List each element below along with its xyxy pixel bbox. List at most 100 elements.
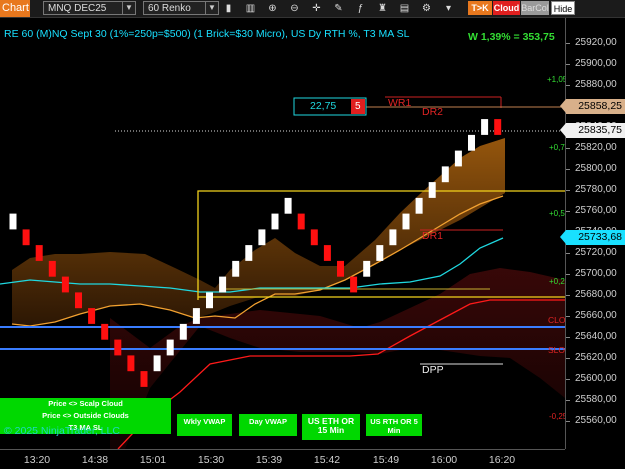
pct-label-p05: +0,5 xyxy=(549,209,565,218)
time-label: 15:49 xyxy=(372,454,400,466)
hide-button[interactable]: Hide xyxy=(551,1,575,15)
price-tick-mark xyxy=(566,379,570,380)
bars-icon[interactable]: ▮ xyxy=(222,2,235,15)
time-label: 15:01 xyxy=(139,454,167,466)
price-scalp-cloud-button[interactable]: Price <> Scalp Cloud xyxy=(0,398,171,410)
tab-chart[interactable]: Chart xyxy=(0,0,30,17)
properties-icon[interactable]: ⚙ xyxy=(420,2,433,15)
price-tick-label: 25780,00 xyxy=(575,184,617,195)
bar-type-selector[interactable]: 60 Renko ▼ xyxy=(143,1,219,15)
dr1-label: DR1 xyxy=(422,230,444,242)
zoom-out-icon[interactable]: ⊖ xyxy=(288,2,301,15)
clo-label: CLO xyxy=(548,315,566,325)
chevron-down-icon: ▼ xyxy=(122,2,135,14)
renko-brick xyxy=(9,213,17,230)
renko-brick xyxy=(245,245,253,261)
instrument-selector[interactable]: MNQ DEC25 ▼ xyxy=(43,1,136,15)
renko-brick xyxy=(192,308,200,324)
price-tick-mark xyxy=(566,211,570,212)
us-eth-or-button[interactable]: US ETH OR 15 Min xyxy=(302,414,360,440)
price-tick-label: 25680,00 xyxy=(575,289,617,300)
weekly-stat: W 1,39% = 353,75 xyxy=(468,31,555,43)
time-label: 14:38 xyxy=(81,454,109,466)
bar-style-icon[interactable]: ▥ xyxy=(244,2,257,15)
renko-brick xyxy=(219,276,227,293)
price-tick-mark xyxy=(566,190,570,191)
renko-brick xyxy=(179,323,187,340)
time-label: 13:20 xyxy=(23,454,51,466)
price-tick-label: 25560,00 xyxy=(575,415,617,426)
price-tick-mark xyxy=(566,253,570,254)
wr1-label: WR1 xyxy=(388,97,412,109)
price-tick-label: 25620,00 xyxy=(575,352,617,363)
renko-brick xyxy=(363,260,371,277)
slo-label: SLO xyxy=(548,345,566,355)
renko-brick xyxy=(258,229,266,246)
price-tick-mark xyxy=(566,337,570,338)
price-tick-mark xyxy=(566,85,570,86)
price-plot[interactable] xyxy=(0,18,565,449)
strategies-icon[interactable]: ♜ xyxy=(376,2,389,15)
price-tick-mark xyxy=(566,64,570,65)
dpp-label: DPP xyxy=(422,364,444,376)
cloud-button[interactable]: Cloud xyxy=(493,1,520,15)
price-tick-label: 25720,00 xyxy=(575,247,617,258)
price-tick-mark xyxy=(566,295,570,296)
renko-brick xyxy=(402,213,410,230)
renko-brick xyxy=(35,245,43,261)
renko-brick xyxy=(481,119,489,135)
price-tick-label: 25760,00 xyxy=(575,205,617,216)
renko-brick xyxy=(415,197,423,214)
renko-brick xyxy=(428,182,436,198)
day-vwap-button[interactable]: Day VWAP xyxy=(239,414,297,436)
price-tick-mark xyxy=(566,274,570,275)
us-rth-or-button[interactable]: US RTH OR 5 Min xyxy=(366,414,422,436)
time-label: 15:30 xyxy=(197,454,225,466)
price-outside-clouds-button[interactable]: Price <> Outside Clouds xyxy=(0,410,171,422)
chart-title: RE 60 (M)NQ Sept 30 (1%=250p=$500) (1 Br… xyxy=(4,28,410,40)
renko-brick xyxy=(337,260,344,277)
renko-brick xyxy=(350,276,358,293)
renko-brick xyxy=(271,213,279,230)
price-tick-mark xyxy=(566,43,570,44)
indicators-icon[interactable]: ƒ xyxy=(354,2,367,15)
renko-brick xyxy=(88,308,96,324)
price-tick-mark xyxy=(566,316,570,317)
price-tick-mark xyxy=(566,169,570,170)
tock-button[interactable]: T>K xyxy=(468,1,492,15)
price-tick-mark xyxy=(566,421,570,422)
price-tick-label: 25820,00 xyxy=(575,142,617,153)
price-tick-label: 25600,00 xyxy=(575,373,617,384)
price-tick-label: 25900,00 xyxy=(575,58,617,69)
time-label: 15:42 xyxy=(313,454,341,466)
renko-brick xyxy=(310,229,318,246)
renko-brick xyxy=(206,292,213,309)
price-tick-label: 25700,00 xyxy=(575,268,617,279)
renko-brick xyxy=(389,229,397,246)
toolbar: Chart MNQ DEC25 ▼ 60 Renko ▼ ▮ ▥ ⊕ ⊖ ✛ ✎… xyxy=(0,0,625,18)
renko-brick xyxy=(494,119,502,135)
more-icon[interactable]: ▾ xyxy=(442,2,455,15)
templates-icon[interactable]: ▤ xyxy=(398,2,411,15)
price-tick-mark xyxy=(566,148,570,149)
renko-brick xyxy=(101,323,109,340)
bar-type-value: 60 Renko xyxy=(148,3,191,14)
time-label: 15:39 xyxy=(255,454,283,466)
zoom-in-icon[interactable]: ⊕ xyxy=(266,2,279,15)
pencil-icon[interactable]: ✎ xyxy=(332,2,345,15)
renko-brick xyxy=(75,292,82,309)
renko-brick xyxy=(232,260,240,277)
renko-brick xyxy=(22,229,30,246)
renko-brick xyxy=(297,213,305,230)
price-tick-mark xyxy=(566,358,570,359)
renko-brick xyxy=(454,150,462,167)
renko-brick xyxy=(166,339,174,356)
price-tick-mark xyxy=(566,400,570,401)
barcol-button[interactable]: BarCol xyxy=(521,1,549,15)
price-tag-low: 25733,68 xyxy=(560,230,625,245)
crosshair-icon[interactable]: ✛ xyxy=(310,2,323,15)
chart-window: Chart MNQ DEC25 ▼ 60 Renko ▼ ▮ ▥ ⊕ ⊖ ✛ ✎… xyxy=(0,0,625,469)
renko-brick xyxy=(376,245,384,261)
time-label: 16:20 xyxy=(488,454,516,466)
weekly-vwap-button[interactable]: Wkly VWAP xyxy=(177,414,232,436)
